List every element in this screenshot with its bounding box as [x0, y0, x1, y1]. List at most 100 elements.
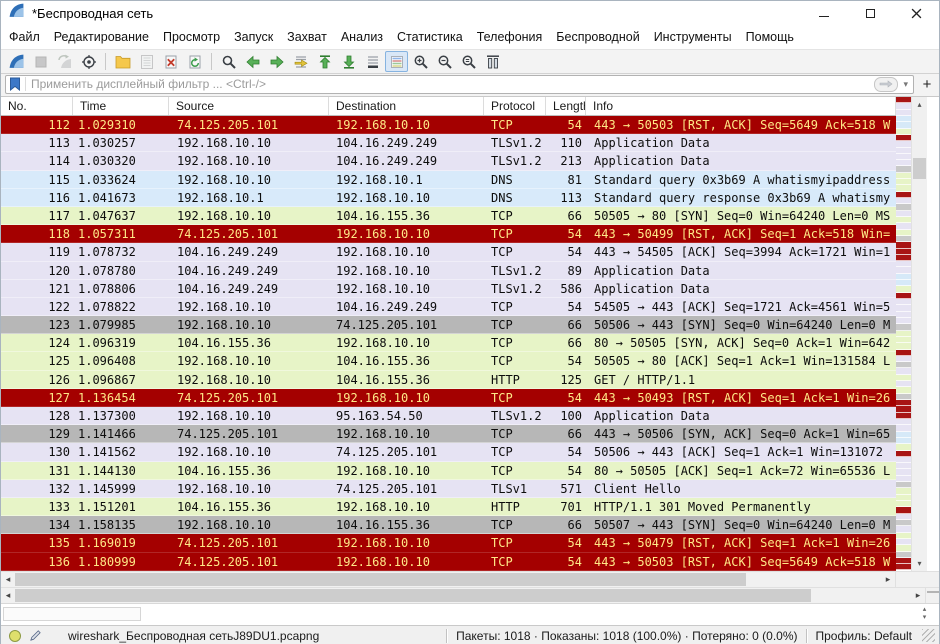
expert-info-icon[interactable] — [9, 630, 21, 642]
scroll-right-icon[interactable]: ▸ — [911, 588, 925, 603]
packet-row[interactable]: 1261.096867192.168.10.10104.16.155.36HTT… — [1, 371, 896, 389]
packet-row[interactable]: 1311.144130104.16.155.36192.168.10.10TCP… — [1, 462, 896, 480]
packet-row[interactable]: 1131.030257192.168.10.10104.16.249.249TL… — [1, 134, 896, 152]
menu-file[interactable]: Файл — [9, 30, 40, 44]
packet-row[interactable]: 1331.151201104.16.155.36192.168.10.10HTT… — [1, 498, 896, 516]
restart-capture-button[interactable] — [53, 51, 76, 72]
maximize-button[interactable] — [847, 1, 893, 25]
scroll-up-icon[interactable]: ▴ — [912, 97, 927, 112]
next-packet-button[interactable] — [265, 51, 288, 72]
vertical-scrollbar[interactable]: ▴ ▾ — [911, 97, 927, 571]
packet-row[interactable]: 1301.141562192.168.10.1074.125.205.101TC… — [1, 443, 896, 461]
detail-pane-hscrollbar[interactable]: ◂ ▸ — [1, 588, 925, 603]
column-header-length[interactable]: Length — [546, 97, 586, 115]
colorize-icon — [389, 54, 405, 70]
stop-capture-button[interactable] — [29, 51, 52, 72]
menu-telephony[interactable]: Телефония — [477, 30, 543, 44]
start-capture-button[interactable] — [5, 51, 28, 72]
packet-row[interactable]: 1141.030320192.168.10.10104.16.249.249TL… — [1, 152, 896, 170]
column-header-source[interactable]: Source — [169, 97, 329, 115]
packet-row[interactable]: 1191.078732104.16.249.249192.168.10.10TC… — [1, 243, 896, 261]
zoom-reset-button[interactable] — [457, 51, 480, 72]
splitter-handle[interactable] — [927, 591, 939, 593]
cell-time: 1.030320 — [73, 152, 169, 170]
go-to-packet-button[interactable] — [289, 51, 312, 72]
column-header-protocol[interactable]: Protocol — [484, 97, 546, 115]
packet-row[interactable]: 1291.14146674.125.205.101192.168.10.10TC… — [1, 425, 896, 443]
menu-help[interactable]: Помощь — [746, 30, 794, 44]
minimap-stripe — [896, 564, 911, 570]
packet-row[interactable]: 1281.137300192.168.10.1095.163.54.50TLSv… — [1, 407, 896, 425]
capture-comment-icon[interactable] — [29, 629, 42, 642]
zoom-out-button[interactable] — [433, 51, 456, 72]
display-filter-input[interactable]: Применить дисплейный фильтр ... <Ctrl-/>… — [5, 75, 914, 94]
packet-list-hscrollbar[interactable]: ◂ ▸ — [1, 572, 895, 587]
cell-dst: 104.16.249.249 — [329, 152, 484, 170]
packet-row[interactable]: 1241.096319104.16.155.36192.168.10.10TCP… — [1, 334, 896, 352]
packet-row[interactable]: 1121.02931074.125.205.101192.168.10.10TC… — [1, 116, 896, 134]
packet-row[interactable]: 1251.096408192.168.10.10104.16.155.36TCP… — [1, 352, 896, 370]
open-file-button[interactable] — [111, 51, 134, 72]
packet-row[interactable]: 1361.18099974.125.205.101192.168.10.10TC… — [1, 553, 896, 571]
filter-dropdown-icon[interactable]: ▾ — [901, 79, 910, 90]
column-header-destination[interactable]: Destination — [329, 97, 484, 115]
packet-row[interactable]: 1271.13645474.125.205.101192.168.10.10TC… — [1, 389, 896, 407]
close-button[interactable] — [893, 1, 939, 25]
packet-row[interactable]: 1211.078806104.16.249.249192.168.10.10TL… — [1, 280, 896, 298]
capture-filename[interactable]: wireshark_Беспроводная сетьJ89DU1.pcapng — [68, 629, 319, 643]
resize-grip[interactable] — [922, 629, 935, 642]
collapsed-scrollbar[interactable]: ▴ ▾ — [918, 606, 931, 622]
filter-bookmark-icon[interactable] — [9, 77, 26, 91]
packet-row[interactable]: 1321.145999192.168.10.1074.125.205.101TL… — [1, 480, 896, 498]
colorize-button[interactable] — [385, 51, 408, 72]
column-header-no[interactable]: No. — [1, 97, 73, 115]
scroll-down-icon[interactable]: ▾ — [918, 614, 931, 622]
auto-scroll-button[interactable] — [361, 51, 384, 72]
last-packet-button[interactable] — [337, 51, 360, 72]
save-file-button[interactable] — [135, 51, 158, 72]
hscrollbar-thumb[interactable] — [15, 573, 746, 586]
packet-row[interactable]: 1201.078780104.16.249.249192.168.10.10TL… — [1, 262, 896, 280]
add-filter-button[interactable]: + — [919, 77, 935, 92]
menu-analyze[interactable]: Анализ — [341, 30, 383, 44]
scroll-left-icon[interactable]: ◂ — [1, 572, 15, 587]
scroll-left-icon[interactable]: ◂ — [1, 588, 15, 603]
reload-file-button[interactable] — [183, 51, 206, 72]
menu-statistics[interactable]: Статистика — [397, 30, 463, 44]
scroll-down-icon[interactable]: ▾ — [912, 556, 927, 571]
menu-tools[interactable]: Инструменты — [654, 30, 732, 44]
profile-selector[interactable]: Профиль: Default — [816, 629, 913, 643]
minimize-button[interactable] — [801, 1, 847, 25]
capture-options-button[interactable] — [77, 51, 100, 72]
menu-capture[interactable]: Захват — [287, 30, 327, 44]
first-packet-button[interactable] — [313, 51, 336, 72]
scroll-up-icon[interactable]: ▴ — [918, 606, 931, 614]
zoom-in-button[interactable] — [409, 51, 432, 72]
apply-filter-button[interactable] — [874, 77, 898, 92]
resize-columns-button[interactable] — [481, 51, 504, 72]
scroll-right-icon[interactable]: ▸ — [881, 572, 895, 587]
cell-src: 192.168.10.1 — [169, 189, 329, 207]
menu-go[interactable]: Запуск — [234, 30, 273, 44]
menu-edit[interactable]: Редактирование — [54, 30, 149, 44]
cell-proto: TCP — [484, 298, 546, 316]
menu-view[interactable]: Просмотр — [163, 30, 220, 44]
menu-wireless[interactable]: Беспроводной — [556, 30, 639, 44]
packet-row[interactable]: 1341.158135192.168.10.10104.16.155.36TCP… — [1, 516, 896, 534]
column-header-info[interactable]: Info — [586, 97, 896, 115]
packet-row[interactable]: 1231.079985192.168.10.1074.125.205.101TC… — [1, 316, 896, 334]
packet-row[interactable]: 1161.041673192.168.10.1192.168.10.10DNS1… — [1, 189, 896, 207]
packet-minimap[interactable] — [896, 97, 911, 571]
find-packet-button[interactable] — [217, 51, 240, 72]
packet-row[interactable]: 1151.033624192.168.10.10192.168.10.1DNS8… — [1, 171, 896, 189]
packet-row[interactable]: 1351.16901974.125.205.101192.168.10.10TC… — [1, 534, 896, 552]
packet-row[interactable]: 1171.047637192.168.10.10104.16.155.36TCP… — [1, 207, 896, 225]
packet-row[interactable]: 1221.078822192.168.10.10104.16.249.249TC… — [1, 298, 896, 316]
previous-packet-button[interactable] — [241, 51, 264, 72]
cell-no: 114 — [1, 152, 73, 170]
hscrollbar-thumb[interactable] — [15, 589, 811, 602]
column-header-time[interactable]: Time — [73, 97, 169, 115]
close-file-button[interactable] — [159, 51, 182, 72]
packet-row[interactable]: 1181.05731174.125.205.101192.168.10.10TC… — [1, 225, 896, 243]
vertical-scrollbar-thumb[interactable] — [913, 158, 926, 179]
